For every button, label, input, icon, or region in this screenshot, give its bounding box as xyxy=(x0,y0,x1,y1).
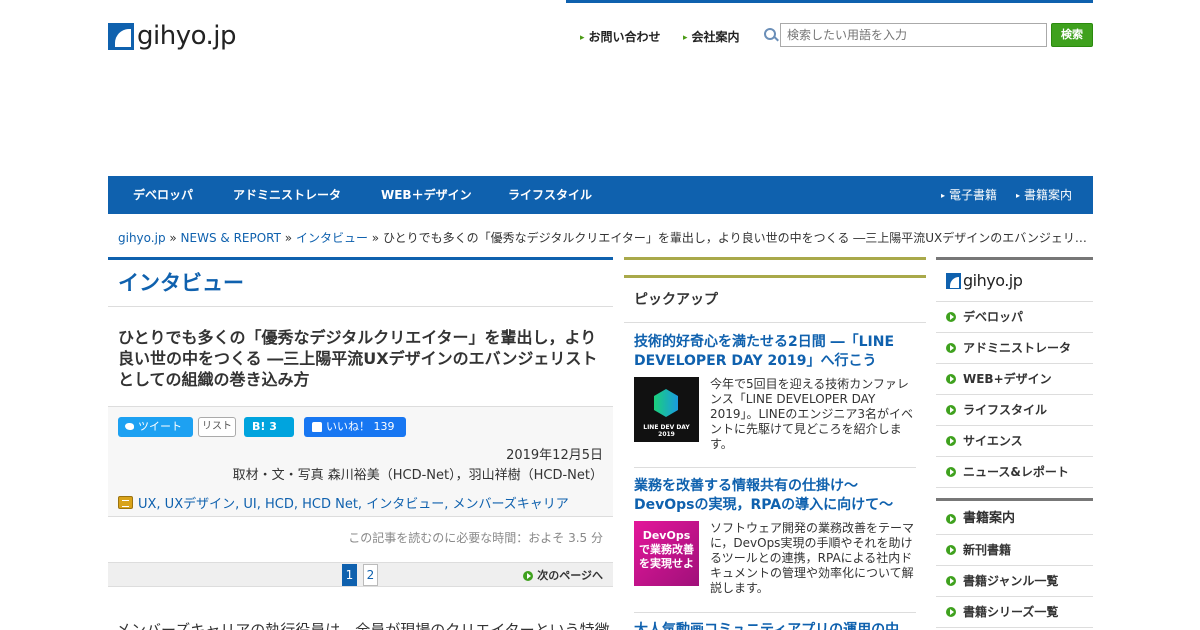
gnav-administrator[interactable]: アドミニストレータ xyxy=(233,176,341,214)
sidebar-item-administrator[interactable]: アドミニストレータ xyxy=(936,333,1093,364)
sidebar-item-lifestyle[interactable]: ライフスタイル xyxy=(936,395,1093,426)
sidebar-item-label: ニュース&レポート xyxy=(963,465,1069,479)
sidebar-item-label: WEB+デザイン xyxy=(963,372,1052,386)
sidebar-item-label: 新刊書籍 xyxy=(963,543,1012,557)
arrow-right-icon xyxy=(946,405,956,415)
pickup-thumbnail[interactable]: DevOpsで業務改善を実現せよ xyxy=(634,521,699,586)
pickup-top-bar xyxy=(624,257,926,260)
pickup-desc: ソフトウェア開発の業務改善をテーマに，DevOps実現の手順やそれを助けるツール… xyxy=(710,521,915,595)
logo-mark-icon xyxy=(108,22,134,50)
site-logo[interactable]: gihyo.jp xyxy=(108,21,253,51)
pickup-desc: 今年で5回目を迎える技術カンファレンス「LINE DEVELOPER DAY 2… xyxy=(710,377,913,451)
breadcrumb-news[interactable]: NEWS & REPORT xyxy=(181,231,281,245)
sidebar-item-label: 書籍ジャンル一覧 xyxy=(963,574,1059,588)
company-link[interactable]: 会社案内 xyxy=(683,28,740,45)
arrow-right-icon xyxy=(946,312,956,322)
arrow-right-icon xyxy=(946,607,956,617)
list-button[interactable]: リスト xyxy=(198,417,236,437)
sidebar-item-web-design[interactable]: WEB+デザイン xyxy=(936,364,1093,395)
hatebu-button[interactable]: B! 3 xyxy=(244,417,294,437)
arrow-right-icon xyxy=(523,570,534,581)
sidebar-item-developer[interactable]: デベロッパ xyxy=(936,302,1093,333)
gnav-developer[interactable]: デベロッパ xyxy=(133,176,193,214)
arrow-right-icon xyxy=(946,436,956,446)
sidebar-logo-text: gihyo.jp xyxy=(963,270,1023,290)
sidebar-item-news[interactable]: ニュース&レポート xyxy=(936,457,1093,488)
logo-mark-icon xyxy=(946,272,961,289)
pickup-title: ピックアップ xyxy=(624,278,926,323)
global-nav: デベロッパ アドミニストレータ WEB＋デザイン ライフスタイル 電子書籍 書籍… xyxy=(108,176,1093,214)
sidebar-books-heading[interactable]: 書籍案内 xyxy=(936,498,1093,535)
like-button[interactable]: いいね！ 139 xyxy=(304,417,406,437)
sidebar-logo[interactable]: gihyo.jp xyxy=(936,260,1093,302)
pickup-item[interactable]: 技術的好奇心を満たせる2日間 ―「LINE DEVELOPER DAY 2019… xyxy=(634,333,916,451)
breadcrumb-home[interactable]: gihyo.jp xyxy=(118,231,166,245)
article-author: 取材・文・写真 森川裕美（HCD-Net），羽山祥樹（HCD-Net） xyxy=(232,468,603,483)
sidebar-item-label: 書籍シリーズ一覧 xyxy=(963,605,1059,619)
arrow-right-icon xyxy=(946,374,956,384)
gnav-ebooks[interactable]: 電子書籍 xyxy=(941,176,997,214)
logo-text: gihyo.jp xyxy=(137,21,237,51)
article-body: メンバーズキャリアの執行役員は，全員が現場のクリエイターという特徴 xyxy=(116,621,610,630)
pickup-item[interactable]: 大人気動画コミュニティアプリの運用の中 xyxy=(634,621,916,630)
main-column: インタビュー ひとりでも多くの「優秀なデジタルクリエイター」を輩出し，より良い世… xyxy=(108,257,613,630)
pickup-divider xyxy=(634,467,916,468)
page-2-link[interactable]: 2 xyxy=(363,564,378,586)
sidebar-item-label: ライフスタイル xyxy=(963,403,1048,417)
article-date: 2019年12月5日 xyxy=(506,448,603,463)
tag-links[interactable]: UX, UXデザイン, UI, HCD, HCD Net, インタビュー, メン… xyxy=(138,493,569,512)
pickup-headline[interactable]: 業務を改善する情報共有の仕掛け～DevOpsの実現，RPAの導入に向けて～ xyxy=(634,477,916,515)
section-title: インタビュー xyxy=(108,260,613,307)
pickup-item[interactable]: 業務を改善する情報共有の仕掛け～DevOpsの実現，RPAの導入に向けて～ De… xyxy=(634,477,916,595)
breadcrumb-sep: » xyxy=(165,231,181,245)
arrow-right-icon xyxy=(946,467,956,477)
gnav-web-design[interactable]: WEB＋デザイン xyxy=(381,176,472,214)
gnav-books[interactable]: 書籍案内 xyxy=(1016,176,1072,214)
sidebar: gihyo.jp デベロッパ アドミニストレータ WEB+デザイン ライフスタイ… xyxy=(936,257,1093,628)
article-title: ひとりでも多くの「優秀なデジタルクリエイター」を輩出し，より良い世の中をつくる … xyxy=(108,307,613,407)
sidebar-books-series[interactable]: 書籍シリーズ一覧 xyxy=(936,597,1093,628)
thumb-label: LINE DEV DAY 2019 xyxy=(643,424,690,438)
page-current: 1 xyxy=(342,564,357,586)
sidebar-item-label: サイエンス xyxy=(963,434,1023,448)
pager: 1 2 次のページへ xyxy=(108,562,613,587)
search-button[interactable]: 検索 xyxy=(1051,23,1093,47)
search-input[interactable] xyxy=(780,23,1047,47)
arrow-right-icon xyxy=(946,343,956,353)
sidebar-books-genre[interactable]: 書籍ジャンル一覧 xyxy=(936,566,1093,597)
tweet-button[interactable]: ツイート xyxy=(118,417,193,437)
sidebar-item-label: アドミニストレータ xyxy=(963,341,1072,355)
sidebar-books-new[interactable]: 新刊書籍 xyxy=(936,535,1093,566)
sidebar-item-science[interactable]: サイエンス xyxy=(936,426,1093,457)
pickup-divider xyxy=(634,612,916,613)
breadcrumb-sep: » xyxy=(280,231,296,245)
cube-icon xyxy=(654,389,678,417)
contact-link[interactable]: お問い合わせ xyxy=(580,28,661,45)
search-icon xyxy=(764,28,776,40)
breadcrumb-current: ひとりでも多くの「優秀なデジタルクリエイター」を輩出し，より良い世の中をつくる … xyxy=(382,231,1087,245)
pickup-thumbnail[interactable]: LINE DEV DAY 2019 xyxy=(634,377,699,442)
breadcrumb-sep: » xyxy=(367,231,383,245)
next-page-label: 次のページへ xyxy=(537,569,603,582)
next-page-link[interactable]: 次のページへ xyxy=(523,563,603,588)
arrow-right-icon xyxy=(946,514,956,524)
share-buttons: ツイート リスト B! 3 いいね！ 139 xyxy=(118,417,608,437)
breadcrumb: gihyo.jp » NEWS & REPORT » インタビュー » ひとりで… xyxy=(118,229,1088,246)
thumb-label: DevOpsで業務改善を実現せよ xyxy=(639,529,694,570)
article-tags: UX, UXデザイン, UI, HCD, HCD Net, インタビュー, メン… xyxy=(118,493,569,512)
pickup-column: ピックアップ 技術的好奇心を満たせる2日間 ―「LINE DEVELOPER D… xyxy=(624,257,926,630)
pickup-headline[interactable]: 大人気動画コミュニティアプリの運用の中 xyxy=(634,621,916,630)
top-accent-bar xyxy=(566,0,1093,3)
tag-icon xyxy=(118,496,133,509)
arrow-right-icon xyxy=(946,576,956,586)
sidebar-books-heading-label: 書籍案内 xyxy=(963,511,1016,526)
gnav-lifestyle[interactable]: ライフスタイル xyxy=(508,176,592,214)
breadcrumb-interview[interactable]: インタビュー xyxy=(296,231,368,245)
pickup-headline[interactable]: 技術的好奇心を満たせる2日間 ―「LINE DEVELOPER DAY 2019… xyxy=(634,333,916,371)
sidebar-item-label: デベロッパ xyxy=(963,310,1024,324)
arrow-right-icon xyxy=(946,545,956,555)
read-time: この記事を読むのに必要な時間：およそ 3.5 分 xyxy=(348,531,603,545)
